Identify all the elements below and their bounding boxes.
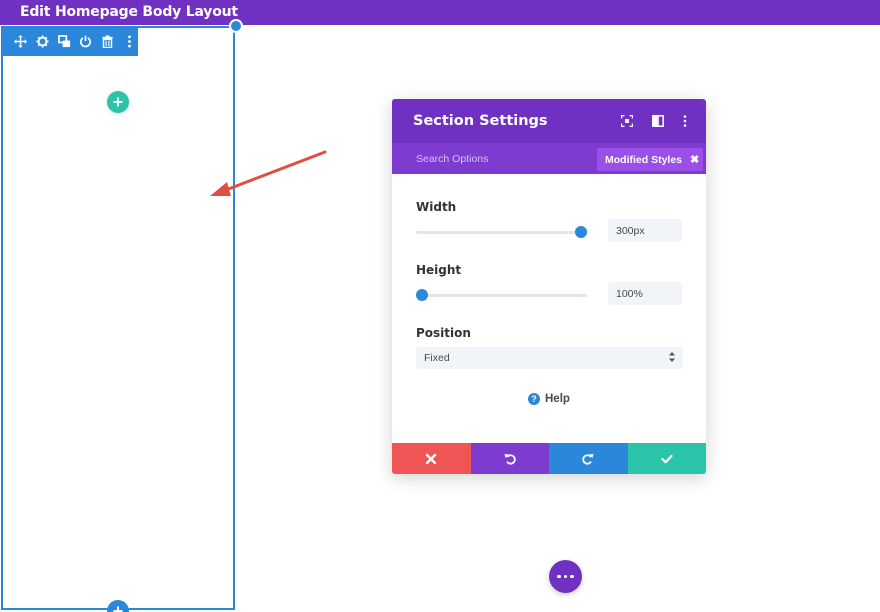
help-link[interactable]: ? Help <box>528 393 570 405</box>
width-value-input[interactable]: 300px <box>608 219 682 242</box>
help-icon: ? <box>528 393 540 405</box>
height-slider[interactable] <box>416 294 587 297</box>
select-caret-icon <box>669 352 675 362</box>
height-label: Height <box>416 263 462 277</box>
more-vertical-icon[interactable] <box>120 33 138 51</box>
modal-filter-bar: Search Options Modified Styles ✖ <box>392 143 706 174</box>
add-row-button[interactable] <box>107 91 129 113</box>
redo-icon <box>582 453 594 465</box>
expand-icon[interactable] <box>619 113 635 129</box>
position-label: Position <box>416 326 471 340</box>
discard-button[interactable] <box>392 443 471 474</box>
height-value-input[interactable]: 100% <box>608 282 682 305</box>
close-icon[interactable]: ✖ <box>690 153 699 166</box>
modal-header: Section Settings <box>392 99 706 143</box>
filter-chip-label: Modified Styles <box>605 153 683 166</box>
split-view-icon[interactable] <box>650 113 666 129</box>
modified-styles-filter[interactable]: Modified Styles ✖ <box>597 148 703 171</box>
section-toolbar <box>2 27 138 56</box>
trash-icon[interactable] <box>99 33 117 51</box>
height-slider-handle[interactable] <box>416 289 428 301</box>
close-icon <box>426 453 437 464</box>
duplicate-icon[interactable] <box>55 33 73 51</box>
top-bar: Edit Homepage Body Layout <box>0 0 880 25</box>
width-slider[interactable] <box>416 231 587 234</box>
position-select[interactable]: Fixed <box>416 347 683 369</box>
check-icon <box>661 454 673 463</box>
move-icon[interactable] <box>12 33 30 51</box>
plus-icon <box>113 606 123 612</box>
plus-icon <box>113 97 123 107</box>
redo-button[interactable] <box>549 443 628 474</box>
undo-icon <box>504 453 516 465</box>
help-label: Help <box>545 393 570 405</box>
width-label: Width <box>416 200 457 214</box>
more-vertical-icon[interactable] <box>677 113 693 129</box>
section-resize-handle[interactable] <box>229 19 243 33</box>
gear-icon[interactable] <box>34 33 52 51</box>
position-selected-value: Fixed <box>424 352 450 364</box>
width-slider-handle[interactable] <box>575 226 587 238</box>
annotation-arrow <box>210 150 327 196</box>
section-outline[interactable] <box>1 26 235 610</box>
undo-button[interactable] <box>470 443 549 474</box>
more-horizontal-icon <box>557 574 561 579</box>
save-button[interactable] <box>627 443 706 474</box>
modal-footer <box>392 443 706 474</box>
page-settings-more-button[interactable] <box>549 560 582 593</box>
power-icon[interactable] <box>77 33 95 51</box>
page-title: Edit Homepage Body Layout <box>20 4 238 20</box>
section-settings-modal: Section Settings Search Options Modified… <box>392 99 706 474</box>
modal-title: Section Settings <box>413 113 548 129</box>
search-options-input[interactable]: Search Options <box>416 153 488 165</box>
